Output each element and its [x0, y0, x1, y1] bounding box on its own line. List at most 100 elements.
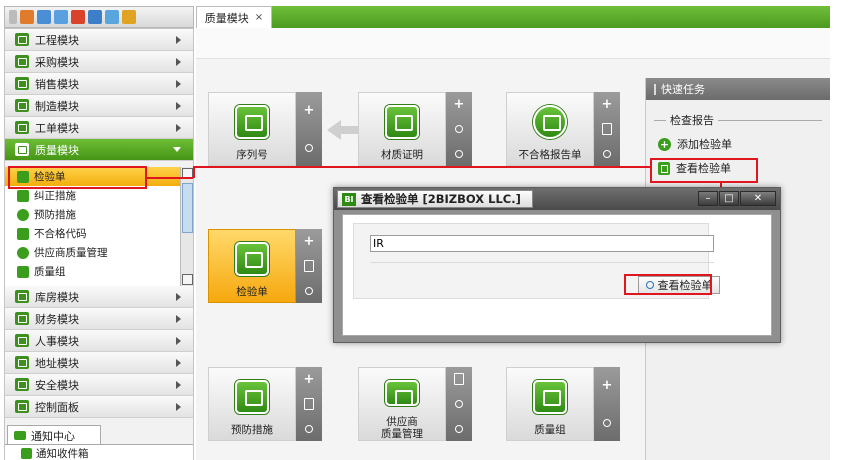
- sidebar-item-engineering[interactable]: 工程模块: [5, 29, 193, 51]
- search-icon[interactable]: [300, 420, 318, 438]
- sidebar-item-label: 安全模块: [35, 378, 79, 392]
- module-icon: [15, 334, 29, 347]
- sidebar-item-control-panel[interactable]: 控制面板: [5, 396, 193, 418]
- sidebar-item-address[interactable]: 地址模块: [5, 352, 193, 374]
- plus-icon[interactable]: +: [598, 377, 616, 395]
- search-icon[interactable]: [598, 414, 616, 432]
- tile-actions: [446, 367, 472, 441]
- search-icon[interactable]: [450, 395, 468, 413]
- sub-item-supplier-quality[interactable]: 供应商质量管理: [5, 243, 193, 262]
- sidebar-item-quality[interactable]: 质量模块: [5, 139, 193, 161]
- scroll-thumb[interactable]: [182, 183, 193, 233]
- tile-material-cert[interactable]: 材质证明 +: [358, 92, 476, 166]
- add-inspection-link[interactable]: + 添加检验单: [646, 132, 830, 156]
- chevron-down-icon: [173, 147, 181, 152]
- tile-supplier-quality[interactable]: 供应商 质量管理: [358, 367, 476, 441]
- inspection-icon: [235, 242, 269, 276]
- tile-label: 材质证明: [381, 149, 423, 161]
- dialog-titlebar[interactable]: BI 查看检验单 [2BIZBOX LLC.] – □ ✕: [334, 188, 780, 210]
- sidebar-item-warehouse[interactable]: 库房模块: [5, 286, 193, 308]
- highlight-frame-submenu: [8, 166, 147, 189]
- search-icon[interactable]: [450, 420, 468, 438]
- document-icon[interactable]: [300, 257, 318, 275]
- scroll-down-button[interactable]: [182, 274, 193, 285]
- tile-actions: +: [594, 92, 620, 166]
- inspection-number-input[interactable]: [370, 235, 714, 252]
- tile-face[interactable]: 序列号: [208, 92, 296, 166]
- document-icon[interactable]: [54, 10, 68, 24]
- tile-face[interactable]: 检验单: [208, 229, 296, 303]
- highlight-frame-quick-task: [650, 158, 758, 183]
- sidebar-item-purchasing[interactable]: 采购模块: [5, 51, 193, 73]
- chart-icon[interactable]: [71, 10, 85, 24]
- flow-arrow-icon: [327, 120, 341, 140]
- sub-item-ncr-code[interactable]: 不合格代码: [5, 224, 193, 243]
- sidebar-item-hr[interactable]: 人事模块: [5, 330, 193, 352]
- gear-icon: [533, 105, 567, 139]
- collapse-icon[interactable]: [9, 10, 17, 24]
- close-button[interactable]: ✕: [740, 191, 776, 206]
- home-icon[interactable]: [122, 10, 136, 24]
- tile-face[interactable]: 质量组: [506, 367, 594, 441]
- search-icon[interactable]: [300, 139, 318, 157]
- sidebar-item-sales[interactable]: 销售模块: [5, 73, 193, 95]
- document-icon[interactable]: [598, 120, 616, 138]
- tab-notification-center[interactable]: 通知中心: [7, 425, 101, 445]
- quick-toolbar: [4, 6, 194, 28]
- sidebar-item-manufacturing[interactable]: 制造模块: [5, 95, 193, 117]
- sub-item-quality-group[interactable]: 质量组: [5, 262, 193, 281]
- sidebar-item-label: 工单模块: [35, 121, 79, 135]
- serial-number-icon: [235, 105, 269, 139]
- maximize-button[interactable]: □: [719, 191, 739, 206]
- chevron-right-icon: [176, 402, 181, 411]
- layout-icon[interactable]: [105, 10, 119, 24]
- mail-icon[interactable]: [37, 10, 51, 24]
- plus-icon[interactable]: +: [300, 370, 318, 388]
- search-icon[interactable]: [450, 145, 468, 163]
- module-icon: [15, 99, 29, 112]
- tile-face[interactable]: 不合格报告单: [506, 92, 594, 166]
- submenu-scrollbar[interactable]: [180, 167, 193, 286]
- add-icon: +: [658, 137, 671, 151]
- tile-actions: +: [594, 367, 620, 441]
- monitor-icon[interactable]: [88, 10, 102, 24]
- tile-ncr[interactable]: 不合格报告单 +: [506, 92, 624, 166]
- highlight-frame-dialog-button: [624, 274, 712, 295]
- dialog-title: BI 查看检验单 [2BIZBOX LLC.]: [337, 190, 533, 208]
- plus-icon[interactable]: +: [300, 232, 318, 250]
- document-icon[interactable]: [300, 395, 318, 413]
- tile-inspection[interactable]: 检验单 +: [208, 229, 326, 303]
- document-icon[interactable]: [450, 370, 468, 388]
- search-icon[interactable]: [300, 282, 318, 300]
- chevron-right-icon: [176, 314, 181, 323]
- sidebar-item-label: 人事模块: [35, 334, 79, 348]
- tile-serial-number[interactable]: 序列号 +: [208, 92, 326, 166]
- corrective-icon: [17, 189, 29, 202]
- notify-tab-label: 通知中心: [31, 429, 75, 443]
- tile-face[interactable]: 预防措施: [208, 367, 296, 441]
- search-icon[interactable]: [450, 120, 468, 138]
- tile-face[interactable]: 材质证明: [358, 92, 446, 166]
- minimize-button[interactable]: –: [698, 191, 718, 206]
- chevron-right-icon: [176, 79, 181, 88]
- close-icon[interactable]: ×: [255, 12, 263, 23]
- sidebar-item-finance[interactable]: 财务模块: [5, 308, 193, 330]
- plus-icon[interactable]: +: [300, 102, 318, 120]
- search-icon[interactable]: [598, 145, 616, 163]
- sub-item-label: 不合格代码: [34, 228, 87, 240]
- module-icon: [15, 55, 29, 68]
- plus-icon[interactable]: +: [450, 95, 468, 113]
- sub-item-preventive[interactable]: 预防措施: [5, 205, 193, 224]
- tile-preventive[interactable]: 预防措施 +: [208, 367, 326, 441]
- tab-quality-module[interactable]: 质量模块 ×: [196, 6, 272, 28]
- users-icon[interactable]: [20, 10, 34, 24]
- supplier-icon: [385, 380, 419, 406]
- sidebar-item-security[interactable]: 安全模块: [5, 374, 193, 396]
- tile-quality-group[interactable]: 质量组 +: [506, 367, 624, 441]
- tile-face[interactable]: 供应商 质量管理: [358, 367, 446, 441]
- sub-item-label: 预防措施: [34, 209, 76, 221]
- tile-label-line2: 质量管理: [381, 428, 423, 440]
- notify-item-inbox[interactable]: 通知收件箱: [5, 444, 193, 460]
- sidebar-item-work-order[interactable]: 工单模块: [5, 117, 193, 139]
- plus-icon[interactable]: +: [598, 95, 616, 113]
